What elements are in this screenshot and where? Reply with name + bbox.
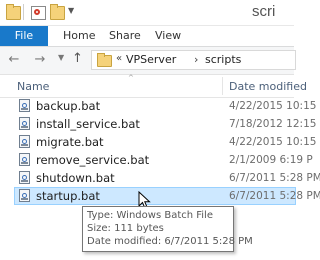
breadcrumb-scripts[interactable]: scripts [205,53,241,66]
tab-share[interactable]: Share [109,26,141,46]
address-bar[interactable]: « VPServer › scripts [91,50,296,70]
ribbon-tabs: File Home Share View [0,26,294,47]
file-name: migrate.bat [36,135,104,149]
file-name: startup.bat [36,189,100,203]
back-arrow-icon[interactable]: ← [7,52,21,68]
column-headers: ^ Name Date modified [0,74,307,98]
file-date-modified: 6/7/2011 5:28 PM [229,172,320,184]
breadcrumb-vpserver[interactable]: VPServer [126,53,176,66]
file-date-modified: 2/1/2009 6:19 P [229,154,313,166]
column-header-date-modified[interactable]: Date modified [229,80,307,93]
address-folder-icon [97,53,112,67]
file-row[interactable]: backup.bat 4/22/2015 10:15 [14,97,316,115]
file-row[interactable]: shutdown.bat 6/7/2011 5:28 PM [14,169,320,187]
new-folder-icon[interactable] [50,4,65,20]
file-row[interactable]: migrate.bat 4/22/2015 10:15 [14,133,316,151]
file-name: shutdown.bat [36,171,115,185]
title-bar: ▼ scri [0,0,294,26]
forward-arrow-icon[interactable]: → [33,52,47,68]
file-info-tooltip: Type: Windows Batch File Size: 111 bytes… [82,206,253,252]
column-divider[interactable] [222,77,223,95]
tab-view[interactable]: View [155,26,181,46]
batch-file-icon [19,135,30,148]
navigation-bar: ← → ▼ ↑ « VPServer › scripts [0,47,296,75]
file-row[interactable]: remove_service.bat 2/1/2009 6:19 P [14,151,313,169]
up-arrow-icon[interactable]: ↑ [72,51,83,66]
window-title: scri [252,3,276,20]
column-header-name[interactable]: Name [17,80,49,93]
quick-access-dropdown-icon[interactable]: ▼ [68,6,74,15]
tooltip-type: Type: Windows Batch File [87,210,213,221]
batch-file-icon [19,153,30,166]
address-overflow-chevron[interactable]: « [116,53,122,64]
tooltip-size: Size: 111 bytes [87,223,164,234]
folder-icon[interactable] [6,4,21,20]
tab-home[interactable]: Home [63,26,95,46]
file-row-selected[interactable]: startup.bat 6/7/2011 5:28 PM [14,187,320,205]
batch-file-icon [19,99,30,112]
batch-file-icon [19,171,30,184]
sort-caret-icon: ^ [128,74,134,82]
file-row[interactable]: install_service.bat 7/18/2012 12:15 [14,115,316,133]
file-date-modified: 4/22/2015 10:15 [229,100,317,112]
file-date-modified: 7/18/2012 12:15 [229,118,317,130]
batch-file-icon [19,117,30,130]
file-name: install_service.bat [36,117,140,131]
file-name: backup.bat [36,99,101,113]
recent-locations-dropdown-icon[interactable]: ▼ [58,53,64,62]
tooltip-date-modified: Date modified: 6/7/2011 5:28 PM [87,236,253,247]
toolbar-divider [23,4,24,20]
file-date-modified: 6/7/2011 5:28 PM [229,190,320,202]
breadcrumb-separator[interactable]: › [194,53,198,66]
file-date-modified: 4/22/2015 10:15 [229,136,317,148]
properties-icon[interactable] [31,6,46,20]
file-name: remove_service.bat [36,153,150,167]
tab-file[interactable]: File [0,26,48,46]
batch-file-icon [19,189,30,202]
